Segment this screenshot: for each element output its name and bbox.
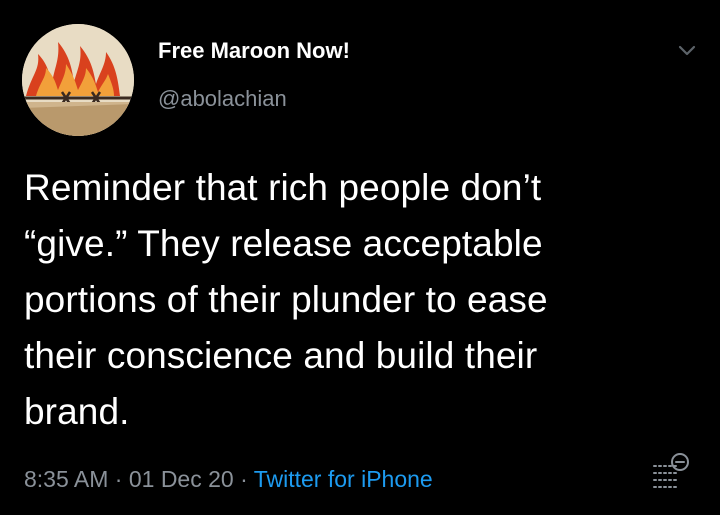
tweet-meta: 8:35 AM · 01 Dec 20 · Twitter for iPhone (24, 466, 433, 493)
avatar[interactable] (22, 24, 134, 136)
analytics-icon[interactable] (648, 452, 690, 492)
tweet-text-line: brand. (24, 391, 130, 432)
tweet-date[interactable]: 01 Dec 20 (129, 466, 234, 492)
tweet-text: Reminder that rich people don’t “give.” … (24, 160, 674, 440)
meta-separator: · (233, 466, 254, 492)
tweet-text-line: their conscience and build their (24, 335, 538, 376)
tweet-text-line: “give.” They release acceptable (24, 223, 543, 264)
tweet-text-line: Reminder that rich people don’t (24, 167, 542, 208)
meta-separator: · (108, 466, 129, 492)
flame-avatar-image (22, 24, 134, 136)
tweet-text-line: portions of their plunder to ease (24, 279, 548, 320)
user-handle[interactable]: @abolachian (158, 86, 287, 112)
tweet-time[interactable]: 8:35 AM (24, 466, 108, 492)
tweet-card: Free Maroon Now! @abolachian Reminder th… (0, 0, 720, 515)
display-name[interactable]: Free Maroon Now! (158, 38, 350, 64)
tweet-source-link[interactable]: Twitter for iPhone (254, 466, 433, 492)
chevron-down-icon[interactable] (676, 40, 698, 62)
